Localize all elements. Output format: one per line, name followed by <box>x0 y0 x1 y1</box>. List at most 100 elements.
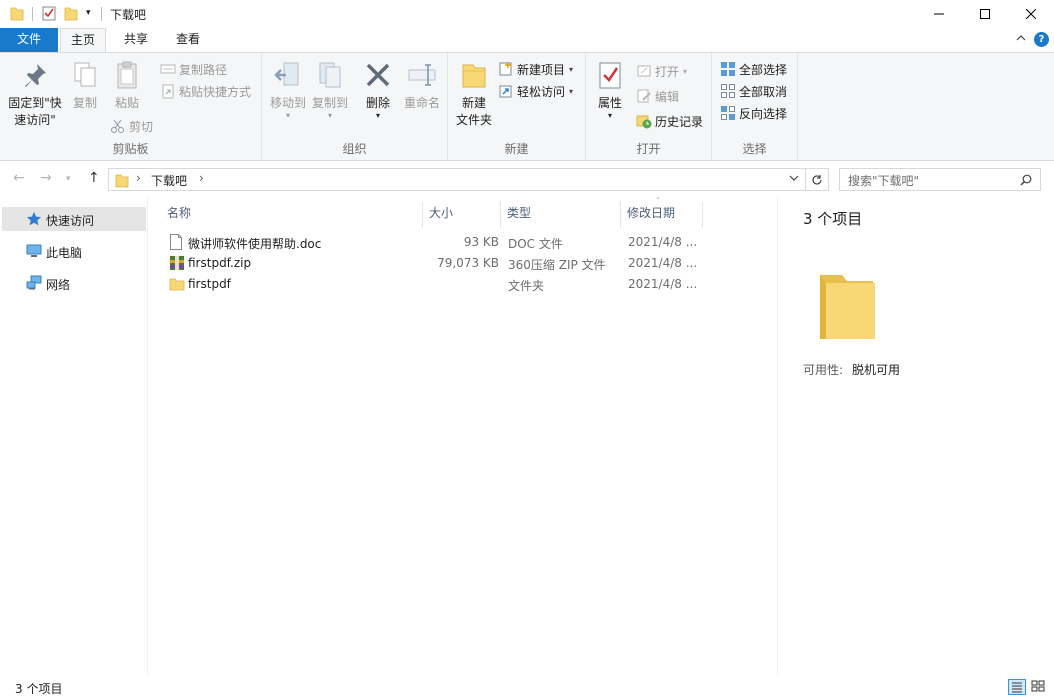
select-none-button[interactable]: 全部取消 <box>720 81 787 101</box>
easy-access-button[interactable]: 轻松访问 ▾ <box>498 81 573 101</box>
status-item-count: 3 个项目 <box>15 680 62 697</box>
properties-quick-icon[interactable] <box>42 5 56 21</box>
paste-label: 粘贴 <box>108 95 146 112</box>
copy-to-label: 复制到 <box>308 95 352 112</box>
delete-label: 删除 <box>360 95 396 112</box>
close-button[interactable] <box>1008 0 1054 28</box>
tab-share[interactable]: 共享 <box>112 28 160 52</box>
folder-icon <box>10 5 24 21</box>
file-size: 93 KB <box>409 235 499 249</box>
tab-file[interactable]: 文件 <box>0 28 58 52</box>
back-arrow-icon[interactable]: ← <box>13 170 25 186</box>
minimize-button[interactable] <box>916 0 962 28</box>
select-all-button[interactable]: 全部选择 <box>720 59 787 79</box>
properties-button[interactable]: 属性 ▾ <box>592 59 628 120</box>
history-label: 历史记录 <box>655 113 703 130</box>
tab-view[interactable]: 查看 <box>164 28 212 52</box>
new-item-button[interactable]: 新建项目 ▾ <box>498 59 573 79</box>
history-button[interactable]: 历史记录 <box>636 111 703 131</box>
search-icon[interactable] <box>1020 174 1032 186</box>
select-group-label: 选择 <box>712 140 797 157</box>
open-button[interactable]: 打开 ▾ <box>636 61 687 81</box>
file-size: 79,073 KB <box>409 256 499 270</box>
forward-arrow-icon[interactable]: → <box>40 170 52 186</box>
zip-archive-icon <box>169 255 185 271</box>
delete-x-icon <box>362 59 394 91</box>
new-group-label: 新建 <box>448 140 585 157</box>
customize-quick-access-icon[interactable]: ▾ <box>86 8 91 18</box>
select-all-label: 全部选择 <box>739 61 787 78</box>
help-icon[interactable]: ? <box>1034 32 1049 47</box>
file-type: DOC 文件 <box>508 235 563 252</box>
address-row: ← → ▾ ↑ › 下载吧 › 搜索"下载吧" <box>0 161 1054 197</box>
breadcrumb-chevron-icon[interactable]: › <box>199 171 204 185</box>
folder-icon <box>115 172 129 188</box>
rename-icon <box>406 59 438 91</box>
nav-item-quick-access[interactable]: 快速访问 <box>2 207 146 231</box>
edit-button[interactable]: 编辑 <box>636 86 679 106</box>
rename-button[interactable]: 重命名 <box>400 59 444 112</box>
nav-label-quick-access: 快速访问 <box>46 212 94 229</box>
tab-home[interactable]: 主页 <box>60 28 106 53</box>
nav-label-this-pc: 此电脑 <box>46 244 82 261</box>
window-title: 下载吧 <box>110 6 146 23</box>
copy-path-button[interactable]: 复制路径 <box>160 59 227 79</box>
folder-icon <box>169 276 185 292</box>
column-header-date[interactable]: 修改日期 <box>621 202 703 228</box>
invert-selection-button[interactable]: 反向选择 <box>720 103 787 123</box>
breadcrumb-current[interactable]: 下载吧 <box>151 172 187 189</box>
invert-selection-icon <box>720 105 736 121</box>
clipboard-group: 固定到"快 速访问" 复制 粘贴 复制路径 粘贴快捷方式 剪切 剪贴板 <box>0 53 262 160</box>
new-folder-button[interactable]: 新建 文件夹 <box>452 59 496 129</box>
copy-to-button[interactable]: 复制到 ▾ <box>308 59 352 120</box>
rename-label: 重命名 <box>400 95 444 112</box>
paste-shortcut-button[interactable]: 粘贴快捷方式 <box>160 81 251 101</box>
title-bar: ▾ 下载吧 <box>0 0 1054 28</box>
copy-button[interactable]: 复制 <box>66 59 104 112</box>
up-arrow-icon[interactable]: ↑ <box>88 170 100 186</box>
file-name: firstpdf <box>188 277 231 291</box>
new-folder-icon <box>458 59 490 91</box>
history-icon <box>636 113 652 129</box>
pin-quick-access-button[interactable]: 固定到"快 速访问" <box>6 59 64 129</box>
edit-pencil-icon <box>636 88 652 104</box>
address-dropdown-icon[interactable] <box>789 174 799 182</box>
move-to-button[interactable]: 移动到 ▾ <box>266 59 310 120</box>
paste-button[interactable]: 粘贴 <box>108 59 146 112</box>
new-folder-quick-icon[interactable] <box>64 5 78 21</box>
nav-item-this-pc[interactable]: 此电脑 <box>2 239 146 263</box>
refresh-button[interactable] <box>806 168 829 191</box>
address-bar[interactable]: › 下载吧 › <box>108 168 806 191</box>
large-icons-view-icon[interactable] <box>1030 679 1048 695</box>
file-type: 360压缩 ZIP 文件 <box>508 256 606 273</box>
copy-label: 复制 <box>66 95 104 112</box>
delete-button[interactable]: 删除 ▾ <box>360 59 396 120</box>
clipboard-group-label: 剪贴板 <box>0 140 261 157</box>
file-date: 2021/4/8 ... <box>628 277 697 291</box>
recent-locations-chevron-icon[interactable]: ▾ <box>66 174 71 184</box>
search-box[interactable]: 搜索"下载吧" <box>839 168 1041 191</box>
availability-label: 可用性: <box>803 361 843 378</box>
breadcrumb-chevron-icon[interactable]: › <box>136 171 141 185</box>
file-row[interactable]: 微讲师软件使用帮助.doc 93 KB DOC 文件 2021/4/8 ... <box>165 232 705 253</box>
nav-item-network[interactable]: 网络 <box>2 271 146 295</box>
details-view-icon[interactable] <box>1008 679 1026 695</box>
chevron-up-icon[interactable] <box>1016 34 1026 42</box>
easy-access-icon <box>498 83 514 99</box>
maximize-button[interactable] <box>962 0 1008 28</box>
file-row[interactable]: firstpdf.zip 79,073 KB 360压缩 ZIP 文件 2021… <box>165 253 705 274</box>
organize-group: 移动到 ▾ 复制到 ▾ 删除 ▾ 重命名 组织 <box>262 53 448 160</box>
new-item-label: 新建项目 <box>517 61 565 78</box>
column-header-type[interactable]: 类型 <box>501 202 621 228</box>
cut-button[interactable]: 剪切 <box>110 116 153 136</box>
column-header-size[interactable]: 大小 <box>423 202 501 228</box>
invert-selection-label: 反向选择 <box>739 105 787 122</box>
column-header-name[interactable]: 名称 <box>161 202 423 228</box>
open-group: 属性 ▾ 打开 ▾ 编辑 历史记录 打开 <box>586 53 712 160</box>
ribbon-tabs: 文件 主页 共享 查看 ? <box>0 28 1054 52</box>
select-none-icon <box>720 83 736 99</box>
new-group: 新建 文件夹 新建项目 ▾ 轻松访问 ▾ 新建 <box>448 53 586 160</box>
file-row[interactable]: firstpdf 文件夹 2021/4/8 ... <box>165 274 705 295</box>
edit-label: 编辑 <box>655 88 679 105</box>
open-group-label: 打开 <box>586 140 711 157</box>
